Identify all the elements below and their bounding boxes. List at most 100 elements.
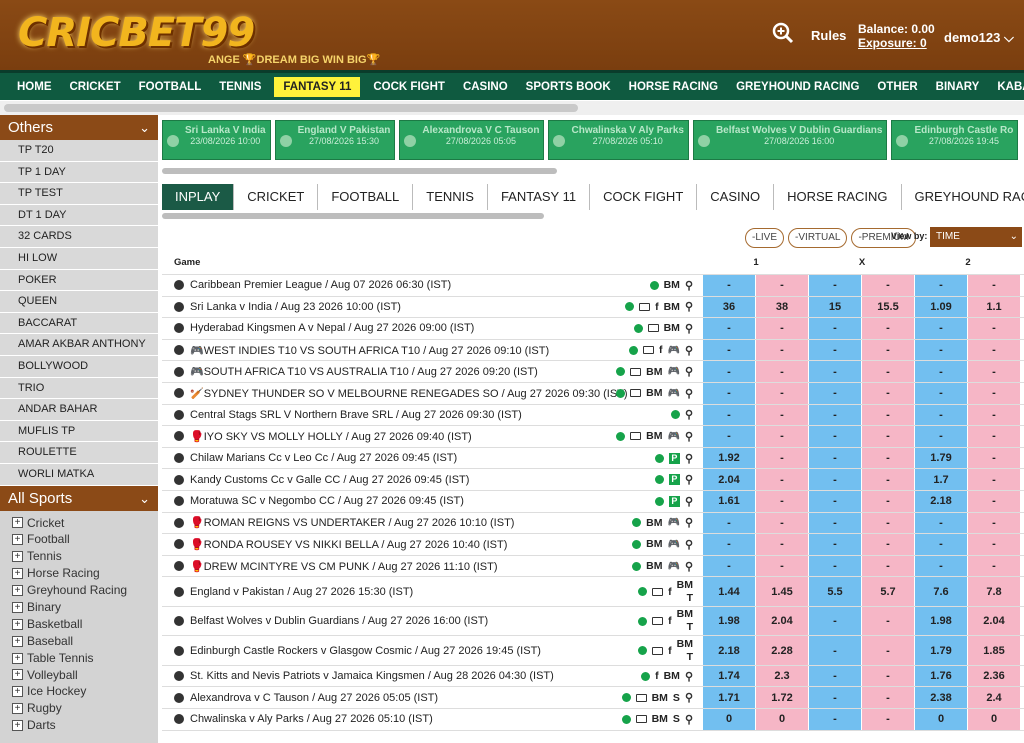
- table-row[interactable]: Caribbean Premier League / Aug 07 2026 0…: [162, 275, 1024, 297]
- lay-odds-cell[interactable]: -: [756, 404, 809, 426]
- match-name-cell[interactable]: 🥊DREW MCINTYRE VS CM PUNK / Aug 27 2026 …: [162, 556, 703, 577]
- back-odds-cell[interactable]: -: [703, 512, 756, 534]
- back-odds-cell[interactable]: -: [703, 275, 756, 296]
- lay-odds-cell[interactable]: -: [862, 709, 915, 730]
- table-row[interactable]: Hyderabad Kingsmen A v Nepal / Aug 27 20…: [162, 318, 1024, 340]
- back-odds-cell[interactable]: -: [809, 606, 862, 636]
- back-odds-cell[interactable]: 0: [703, 709, 756, 730]
- back-odds-cell[interactable]: -: [915, 426, 968, 447]
- lay-odds-cell[interactable]: 1.72: [756, 687, 809, 708]
- back-odds-cell[interactable]: -: [703, 382, 756, 404]
- back-odds-cell[interactable]: -: [915, 318, 968, 339]
- match-name[interactable]: Central Stags SRL V Northern Brave SRL /…: [190, 409, 522, 421]
- match-name-cell[interactable]: Chwalinska v Aly Parks / Aug 27 2026 05:…: [162, 709, 703, 730]
- tab-greyhound-racing[interactable]: GREYHOUND RACING: [901, 184, 1024, 210]
- tab-inplay[interactable]: INPLAY: [162, 184, 235, 210]
- table-row[interactable]: 🥊DREW MCINTYRE VS CM PUNK / Aug 27 2026 …: [162, 555, 1024, 578]
- back-odds-cell[interactable]: -: [809, 447, 862, 469]
- back-odds-cell[interactable]: 1.79: [915, 636, 968, 665]
- match-name-cell[interactable]: 🥊ROMAN REIGNS VS UNDERTAKER / Aug 27 202…: [162, 513, 703, 534]
- match-name-cell[interactable]: Alexandrova v C Tauson / Aug 27 2026 05:…: [162, 687, 703, 708]
- back-odds-cell[interactable]: 1.61: [703, 490, 756, 512]
- filter-live[interactable]: -LIVE: [745, 228, 785, 248]
- match-card[interactable]: Alexandrova V C Tauson 27/08/2026 05:05: [399, 120, 545, 160]
- lay-odds-cell[interactable]: 5.7: [862, 577, 915, 606]
- match-name[interactable]: England v Pakistan / Aug 27 2026 15:30 (…: [190, 586, 413, 598]
- back-odds-cell[interactable]: 2.38: [915, 687, 968, 708]
- lay-odds-cell[interactable]: -: [862, 318, 915, 339]
- match-name-cell[interactable]: England v Pakistan / Aug 27 2026 15:30 (…: [162, 577, 703, 606]
- back-odds-cell[interactable]: -: [915, 339, 968, 361]
- match-name-cell[interactable]: 🎮SOUTH AFRICA T10 VS AUSTRALIA T10 / Aug…: [162, 361, 703, 382]
- nav-item-other[interactable]: OTHER: [868, 77, 926, 97]
- lay-odds-cell[interactable]: 38: [756, 296, 809, 318]
- match-name[interactable]: Belfast Wolves v Dublin Guardians / Aug …: [190, 615, 488, 627]
- sidebar-item-worli-matka[interactable]: WORLI MATKA: [0, 463, 158, 486]
- back-odds-cell[interactable]: 2.04: [703, 469, 756, 490]
- sport-item-football[interactable]: + Football: [0, 531, 158, 548]
- table-row[interactable]: England v Pakistan / Aug 27 2026 15:30 (…: [162, 577, 1024, 607]
- table-row[interactable]: 🥊IYO SKY VS MOLLY HOLLY / Aug 27 2026 09…: [162, 426, 1024, 448]
- lay-odds-cell[interactable]: -: [862, 339, 915, 361]
- back-odds-cell[interactable]: -: [809, 361, 862, 382]
- back-odds-cell[interactable]: -: [915, 555, 968, 577]
- sport-item-greyhound-racing[interactable]: + Greyhound Racing: [0, 582, 158, 599]
- match-name-cell[interactable]: Sri Lanka v India / Aug 23 2026 10:00 (I…: [162, 297, 703, 318]
- table-row[interactable]: Sri Lanka v India / Aug 23 2026 10:00 (I…: [162, 296, 1024, 319]
- lay-odds-cell[interactable]: -: [862, 534, 915, 555]
- nav-item-kabaddi[interactable]: KABADDI: [988, 77, 1024, 97]
- others-header[interactable]: Others ⌄: [0, 115, 158, 140]
- expand-plus-icon[interactable]: +: [12, 601, 23, 613]
- match-name[interactable]: 🥊IYO SKY VS MOLLY HOLLY / Aug 27 2026 09…: [190, 430, 472, 443]
- lay-odds-cell[interactable]: -: [968, 382, 1021, 404]
- back-odds-cell[interactable]: -: [809, 469, 862, 490]
- table-row[interactable]: Edinburgh Castle Rockers v Glasgow Cosmi…: [162, 636, 1024, 666]
- sidebar-item-tp-1-day[interactable]: TP 1 DAY: [0, 161, 158, 184]
- back-odds-cell[interactable]: 5.5: [809, 577, 862, 606]
- lay-odds-cell[interactable]: -: [862, 555, 915, 577]
- lay-odds-cell[interactable]: 0: [756, 709, 809, 730]
- back-odds-cell[interactable]: 1.76: [915, 665, 968, 687]
- lay-odds-cell[interactable]: 1.85: [968, 636, 1021, 665]
- nav-item-tennis[interactable]: TENNIS: [210, 77, 270, 97]
- sidebar-item-tp-test[interactable]: TP TEST: [0, 183, 158, 205]
- lay-odds-cell[interactable]: -: [968, 361, 1021, 382]
- match-name-cell[interactable]: Hyderabad Kingsmen A v Nepal / Aug 27 20…: [162, 318, 703, 339]
- lay-odds-cell[interactable]: 2.04: [756, 606, 809, 636]
- back-odds-cell[interactable]: 0: [915, 709, 968, 730]
- lay-odds-cell[interactable]: -: [756, 426, 809, 447]
- table-row[interactable]: 🎮SOUTH AFRICA T10 VS AUSTRALIA T10 / Aug…: [162, 361, 1024, 383]
- lay-odds-cell[interactable]: 1.45: [756, 577, 809, 606]
- match-card[interactable]: England V Pakistan 27/08/2026 15:30: [274, 120, 396, 160]
- sport-item-rugby[interactable]: + Rugby: [0, 700, 158, 717]
- sidebar-item-poker[interactable]: POKER: [0, 269, 158, 292]
- table-row[interactable]: Kandy Customs Cc v Galle CC / Aug 27 202…: [162, 469, 1024, 491]
- nav-item-sports-book[interactable]: SPORTS BOOK: [517, 77, 620, 97]
- match-card[interactable]: Sri Lanka V India 23/08/2026 10:00: [162, 120, 271, 160]
- back-odds-cell[interactable]: -: [915, 404, 968, 426]
- match-name-cell[interactable]: 🏏SYDNEY THUNDER SO V MELBOURNE RENEGADES…: [162, 383, 703, 404]
- sport-item-ice-hockey[interactable]: + Ice Hockey: [0, 683, 158, 700]
- match-name-cell[interactable]: Belfast Wolves v Dublin Guardians / Aug …: [162, 607, 703, 636]
- back-odds-cell[interactable]: 1.98: [915, 606, 968, 636]
- back-odds-cell[interactable]: 1.7: [915, 469, 968, 490]
- back-odds-cell[interactable]: -: [809, 687, 862, 708]
- back-odds-cell[interactable]: -: [809, 275, 862, 296]
- back-odds-cell[interactable]: 1.98: [703, 606, 756, 636]
- lay-odds-cell[interactable]: 2.04: [968, 606, 1021, 636]
- zoom-in-icon[interactable]: [772, 22, 794, 44]
- sidebar-item-tp-t20[interactable]: TP T20: [0, 140, 158, 162]
- match-name[interactable]: 🎮SOUTH AFRICA T10 VS AUSTRALIA T10 / Aug…: [190, 365, 538, 378]
- lay-odds-cell[interactable]: -: [968, 555, 1021, 577]
- nav-item-casino[interactable]: CASINO: [454, 77, 517, 97]
- sidebar-item-amar-akbar-anthony[interactable]: AMAR AKBAR ANTHONY: [0, 334, 158, 356]
- lay-odds-cell[interactable]: -: [756, 469, 809, 490]
- match-name[interactable]: Edinburgh Castle Rockers v Glasgow Cosmi…: [190, 645, 541, 657]
- tab-horse-racing[interactable]: HORSE RACING: [774, 184, 902, 210]
- back-odds-cell[interactable]: -: [809, 426, 862, 447]
- back-odds-cell[interactable]: 2.18: [703, 636, 756, 665]
- lay-odds-cell[interactable]: -: [756, 275, 809, 296]
- match-name-cell[interactable]: 🥊IYO SKY VS MOLLY HOLLY / Aug 27 2026 09…: [162, 426, 703, 447]
- lay-odds-cell[interactable]: 2.28: [756, 636, 809, 665]
- expand-plus-icon[interactable]: +: [12, 534, 23, 546]
